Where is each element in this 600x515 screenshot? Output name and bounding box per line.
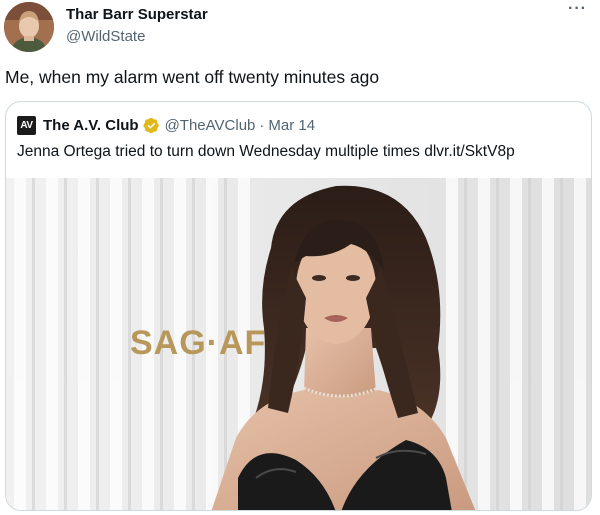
author-handle[interactable]: @WildState xyxy=(66,28,145,45)
author-name[interactable]: Thar Barr Superstar xyxy=(66,6,208,23)
more-icon[interactable]: ··· xyxy=(568,0,587,18)
separator-dot: · xyxy=(259,116,265,134)
quoted-author-handle[interactable]: @TheAVClub xyxy=(165,117,256,134)
av-club-logo[interactable]: AV xyxy=(17,115,36,135)
quoted-tweet-text: Jenna Ortega tried to turn down Wednesda… xyxy=(17,143,515,160)
author-avatar[interactable] xyxy=(4,2,54,52)
verified-badge-icon xyxy=(143,117,159,133)
quoted-tweet[interactable]: AV The A.V. Club @TheAVClub · Mar 14 Jen… xyxy=(5,101,592,511)
tweet-text: Me, when my alarm went off twenty minute… xyxy=(5,67,380,87)
sag-sign: SAG·AF xyxy=(130,324,266,362)
quoted-tweet-date[interactable]: Mar 14 xyxy=(268,117,315,134)
quoted-tweet-header: AV The A.V. Club @TheAVClub · Mar 14 xyxy=(17,115,315,135)
tweet: Thar Barr Superstar @WildState ··· Me, w… xyxy=(0,0,600,515)
quoted-author-name[interactable]: The A.V. Club xyxy=(43,117,139,134)
quoted-tweet-photo[interactable]: SAG·AF xyxy=(6,178,592,511)
